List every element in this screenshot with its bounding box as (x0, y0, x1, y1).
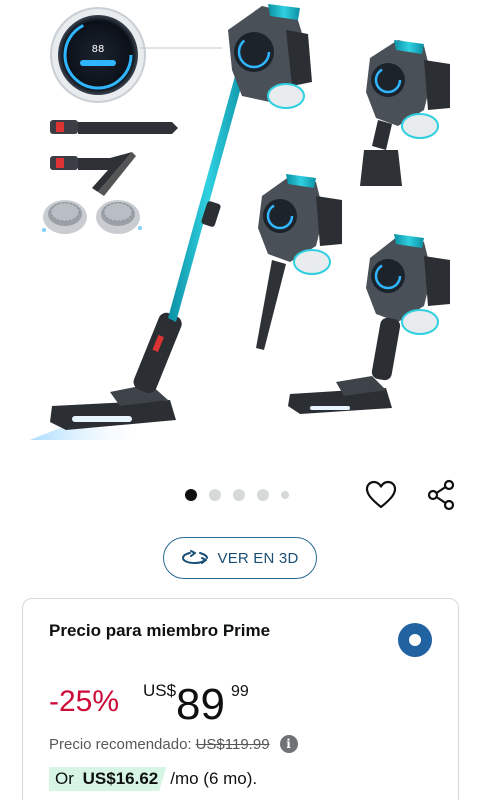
info-icon[interactable]: i (279, 735, 298, 753)
list-price: US$119.99 (195, 735, 270, 753)
carousel-dot[interactable] (281, 491, 289, 499)
installment-amount: US$16.62 (82, 769, 159, 788)
brush-tool (50, 152, 136, 196)
handheld-crevice-config (256, 174, 342, 350)
carousel-dot[interactable] (233, 489, 245, 501)
product-illustration: 88 (30, 4, 450, 440)
view-3d-label: VER EN 3D (217, 549, 299, 567)
prime-price-title: Precio para miembro Prime (49, 621, 271, 640)
installment-row: Or US$16.62 /mo (6 mo). (49, 767, 257, 791)
price-currency: US$ (143, 681, 177, 700)
hepa-filters (42, 200, 142, 234)
rotate-3d-icon (181, 550, 208, 565)
crevice-tool (50, 120, 178, 134)
list-price-label: Precio recomendado: (49, 735, 192, 753)
product-image[interactable]: 88 (0, 0, 480, 440)
share-button[interactable] (422, 476, 460, 514)
discount-percentage: -25% (49, 685, 120, 718)
radio-selected-indicator (409, 634, 421, 646)
carousel-dot[interactable] (257, 489, 269, 501)
installment-prefix: Or (55, 769, 74, 788)
installment-chip: Or US$16.62 (49, 767, 167, 791)
view-3d-button[interactable]: VER EN 3D (163, 537, 317, 579)
installment-suffix: /mo (6 mo). (170, 769, 258, 788)
carousel-dot[interactable] (209, 489, 221, 501)
list-price-row: Precio recomendado: US$119.99 i (49, 735, 298, 753)
svg-text:88: 88 (92, 44, 105, 55)
wishlist-button[interactable] (362, 476, 400, 514)
handheld-brush-config (360, 40, 450, 186)
image-carousel-dots[interactable] (185, 488, 289, 502)
prime-price-option-card[interactable]: Precio para miembro Prime -25% US$ 89 99… (22, 598, 459, 800)
heart-outline-icon (365, 480, 397, 509)
share-icon (427, 479, 455, 511)
carousel-dot[interactable] (185, 489, 197, 501)
price-fraction: 99 (231, 683, 249, 700)
display-dial: 88 (50, 7, 222, 103)
price-option-radio[interactable] (398, 623, 432, 657)
price-whole: 89 (176, 680, 225, 729)
